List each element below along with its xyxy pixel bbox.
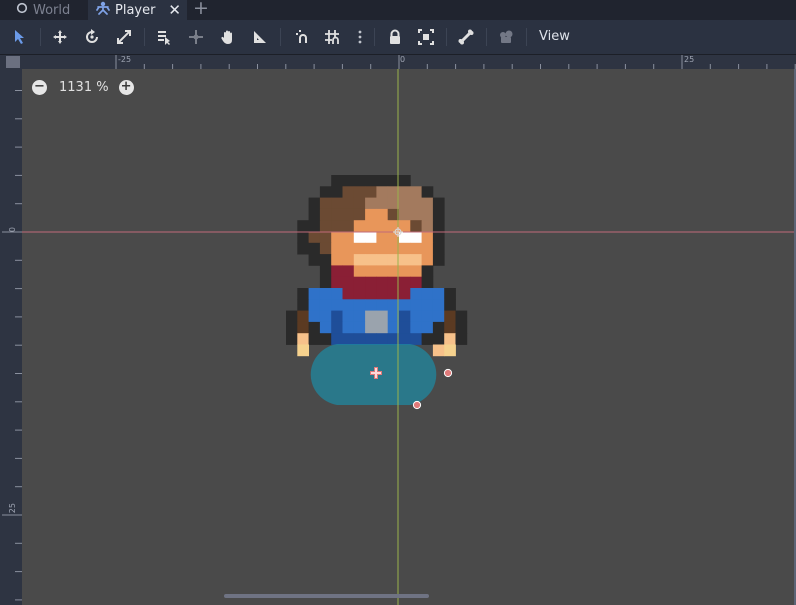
view-menu-button[interactable]: View bbox=[539, 29, 570, 44]
player-sprite[interactable] bbox=[286, 175, 468, 357]
ruler-label: -25 bbox=[118, 55, 132, 64]
zoom-reset-button[interactable]: 1131 % bbox=[59, 80, 109, 95]
canvas-viewport[interactable]: -25 0 25 0 25 − 1131 % + bbox=[0, 55, 796, 605]
pan-hand-icon[interactable] bbox=[218, 27, 238, 47]
list-select-icon[interactable] bbox=[154, 27, 174, 47]
grid-snap-icon[interactable] bbox=[322, 27, 342, 47]
select-tool-icon[interactable] bbox=[10, 27, 30, 47]
ruler-label: 25 bbox=[8, 503, 17, 514]
ruler-vertical[interactable]: 0 25 bbox=[0, 69, 22, 605]
ruler-corner bbox=[6, 56, 20, 68]
tab-player-label: Player bbox=[115, 2, 156, 18]
move-tool-icon[interactable] bbox=[50, 27, 70, 47]
tab-world[interactable]: World bbox=[0, 0, 86, 20]
circle-node-icon bbox=[16, 2, 28, 18]
tab-player[interactable]: Player ✕ bbox=[88, 0, 187, 20]
zoom-out-button[interactable]: − bbox=[32, 79, 47, 95]
camera-icon[interactable] bbox=[496, 27, 516, 47]
tab-world-label: World bbox=[33, 2, 71, 18]
collision-shape[interactable] bbox=[310, 344, 453, 410]
kinematic-body-icon bbox=[96, 1, 110, 19]
close-icon[interactable]: ✕ bbox=[168, 1, 181, 19]
rotate-tool-icon[interactable] bbox=[82, 27, 102, 47]
ruler-horizontal[interactable]: -25 0 25 bbox=[0, 55, 796, 69]
ruler-label: 0 bbox=[400, 55, 406, 64]
scene-canvas bbox=[22, 69, 796, 605]
group-icon[interactable] bbox=[416, 27, 436, 47]
add-tab-icon[interactable]: + bbox=[193, 0, 209, 19]
more-dots-icon[interactable] bbox=[350, 27, 370, 47]
horizontal-scrollbar[interactable] bbox=[224, 594, 429, 598]
shape-handle-radius[interactable] bbox=[443, 368, 453, 378]
pivot-icon[interactable] bbox=[186, 27, 206, 47]
scene-tab-bar: World Player ✕ + bbox=[0, 0, 796, 20]
smart-snap-icon[interactable] bbox=[292, 27, 312, 47]
canvas-toolbar: View bbox=[0, 20, 796, 55]
zoom-controls: − 1131 % + bbox=[32, 78, 134, 96]
ruler-label: 25 bbox=[684, 55, 695, 64]
zoom-in-button[interactable]: + bbox=[118, 79, 134, 95]
lock-icon[interactable] bbox=[385, 27, 405, 47]
scale-tool-icon[interactable] bbox=[114, 27, 134, 47]
ruler-label: 0 bbox=[8, 227, 17, 233]
ruler-icon[interactable] bbox=[250, 27, 270, 47]
shape-handle-height[interactable] bbox=[412, 400, 422, 410]
bone-icon[interactable] bbox=[456, 27, 476, 47]
